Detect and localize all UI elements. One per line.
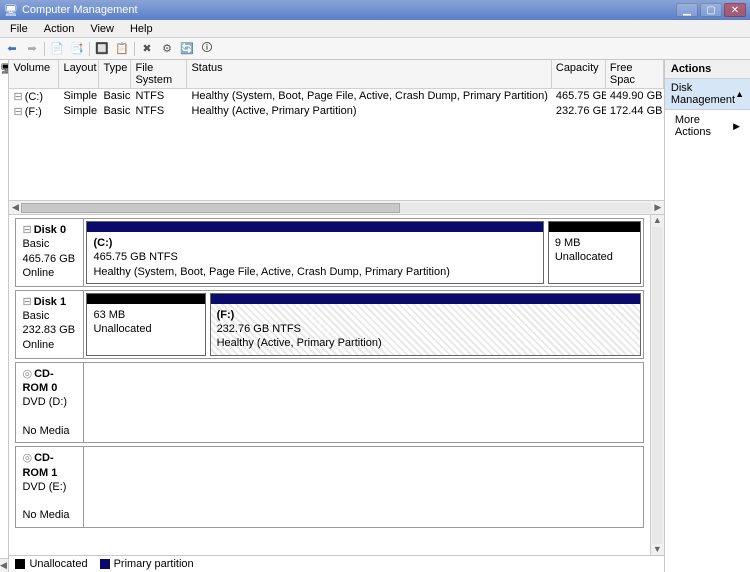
disk-icon xyxy=(22,224,33,236)
diskmap-scrollbar[interactable]: ▲▼ xyxy=(650,215,664,556)
menu-file[interactable]: File xyxy=(2,21,36,37)
tree-event-viewer[interactable]: ▷📅Event Viewer xyxy=(0,104,9,118)
window-title: Computer Management xyxy=(18,4,676,16)
back-icon[interactable]: ⬅ xyxy=(4,41,20,57)
menu-bar: File Action View Help xyxy=(0,20,750,38)
tree-shared-folders[interactable]: ▷📁Shared Folders xyxy=(0,118,9,132)
col-layout[interactable]: Layout xyxy=(59,60,99,88)
col-fs[interactable]: File System xyxy=(131,60,187,88)
tree-storage[interactable]: ◢🗄Storage xyxy=(0,174,9,188)
delete-icon[interactable]: ✖ xyxy=(139,41,155,57)
col-status[interactable]: Status xyxy=(187,60,551,88)
nav-tree: 🖥Computer Management ◢🔧System Tools ▷🕑Ta… xyxy=(0,60,9,572)
cd-icon xyxy=(22,452,34,464)
partition-unallocated[interactable]: 9 MBUnallocated xyxy=(548,221,641,284)
forward-icon[interactable]: ➡ xyxy=(24,41,40,57)
volume-icon xyxy=(13,106,24,118)
partition-unallocated[interactable]: 63 MBUnallocated xyxy=(86,293,205,356)
up-icon[interactable]: 📄 xyxy=(49,41,65,57)
collapse-icon: ▲ xyxy=(735,89,744,99)
col-type[interactable]: Type xyxy=(99,60,131,88)
col-free[interactable]: Free Spac xyxy=(606,60,664,88)
tree-performance[interactable]: ▷◉Performance xyxy=(0,146,9,160)
menu-action[interactable]: Action xyxy=(36,21,83,37)
disk-1[interactable]: Disk 1Basic232.83 GBOnline 63 MBUnalloca… xyxy=(15,290,643,359)
actions-pane: Actions Disk Management▲ More Actions▶ xyxy=(665,60,750,572)
title-bar: 🖥 Computer Management ▁ ▢ ✕ xyxy=(0,0,750,20)
actions-section[interactable]: Disk Management▲ xyxy=(665,79,750,110)
legend-primary-swatch xyxy=(100,559,110,569)
volume-header: Volume Layout Type File System Status Ca… xyxy=(9,60,663,89)
cd-icon xyxy=(22,368,34,380)
tree-local-users[interactable]: ▷👥Local Users and Gr xyxy=(0,132,9,146)
tree-disk-management[interactable]: 💽Disk Management xyxy=(0,188,9,202)
col-volume[interactable]: Volume xyxy=(9,60,59,88)
col-capacity[interactable]: Capacity xyxy=(552,60,606,88)
legend-unallocated-swatch xyxy=(15,559,25,569)
app-icon: 🖥 xyxy=(4,4,18,17)
chevron-right-icon: ▶ xyxy=(733,121,740,132)
cdrom-0[interactable]: CD-ROM 0DVD (D:)No Media xyxy=(15,362,643,443)
close-button[interactable]: ✕ xyxy=(724,3,746,17)
volume-row[interactable]: (F:) SimpleBasicNTFSHealthy (Active, Pri… xyxy=(9,104,663,119)
rescan-icon[interactable]: 🔄 xyxy=(179,41,195,57)
maximize-button[interactable]: ▢ xyxy=(700,3,722,17)
refresh-icon[interactable]: 🔲 xyxy=(94,41,110,57)
partition-c[interactable]: (C:)465.75 GB NTFSHealthy (System, Boot,… xyxy=(86,221,543,284)
tree-task-scheduler[interactable]: ▷🕑Task Scheduler xyxy=(0,90,9,104)
disk-map: Disk 0Basic465.76 GBOnline (C:)465.75 GB… xyxy=(9,215,663,572)
actions-more[interactable]: More Actions▶ xyxy=(665,110,750,142)
properties-icon[interactable]: 📑 xyxy=(69,41,85,57)
disk-0[interactable]: Disk 0Basic465.76 GBOnline (C:)465.75 GB… xyxy=(15,218,643,287)
minimize-button[interactable]: ▁ xyxy=(676,3,698,17)
partition-f[interactable]: (F:)232.76 GB NTFSHealthy (Active, Prima… xyxy=(210,293,641,356)
volume-scrollbar[interactable]: ◀▶ xyxy=(9,200,663,214)
cdrom-1[interactable]: CD-ROM 1DVD (E:)No Media xyxy=(15,446,643,527)
volume-icon xyxy=(13,91,24,103)
volume-list: Volume Layout Type File System Status Ca… xyxy=(9,60,663,215)
actions-header: Actions xyxy=(665,60,750,79)
tree-device-manager[interactable]: 🖥Device Manager xyxy=(0,160,9,174)
tree-root[interactable]: 🖥Computer Management xyxy=(0,62,8,76)
export-icon[interactable]: 📋 xyxy=(114,41,130,57)
menu-view[interactable]: View xyxy=(82,21,122,37)
tree-system-tools[interactable]: ◢🔧System Tools xyxy=(0,76,9,90)
disk-icon xyxy=(22,296,33,308)
toolbar: ⬅ ➡ 📄 📑 🔲 📋 ✖ ⚙ 🔄 🛈 xyxy=(0,38,750,60)
help-icon[interactable]: 🛈 xyxy=(199,41,215,57)
tree-scrollbar[interactable]: ◀▶ xyxy=(0,558,8,572)
legend: Unallocated Primary partition xyxy=(9,555,663,572)
tree-services[interactable]: ▷⚙Services and Applicati xyxy=(0,202,9,216)
volume-row[interactable]: (C:) SimpleBasicNTFSHealthy (System, Boo… xyxy=(9,89,663,104)
settings-icon[interactable]: ⚙ xyxy=(159,41,175,57)
menu-help[interactable]: Help xyxy=(122,21,161,37)
